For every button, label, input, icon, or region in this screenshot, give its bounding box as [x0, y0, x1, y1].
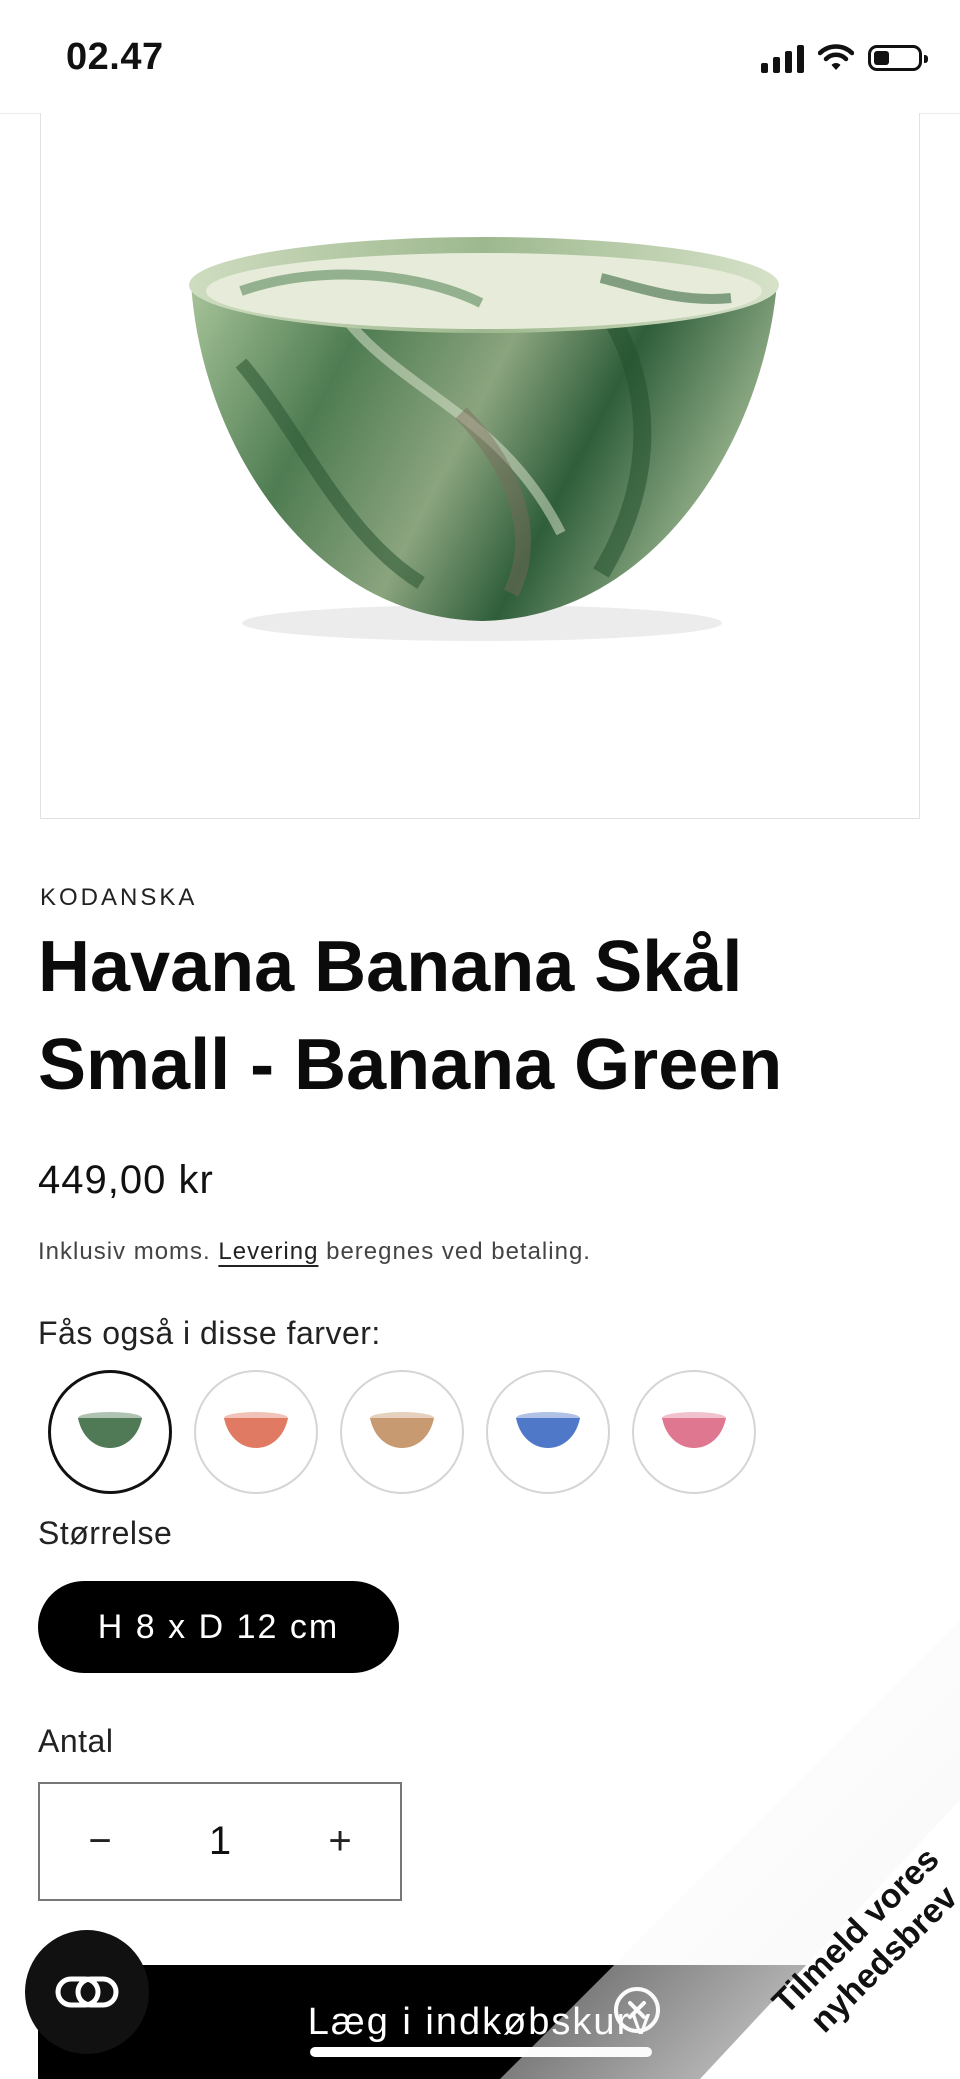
mini-bowl-icon	[516, 1412, 580, 1448]
status-bar: 02.47	[0, 0, 960, 114]
add-to-cart-label: Læg i indkøbskurv	[307, 2000, 653, 2043]
tax-note: Inklusiv moms. Levering beregnes ved bet…	[38, 1238, 591, 1266]
quantity-increase-button[interactable]: +	[280, 1784, 400, 1899]
size-label: Størrelse	[38, 1515, 173, 1551]
size-option-button[interactable]: H 8 x D 12 cm	[38, 1581, 399, 1673]
chat-button[interactable]	[25, 1930, 149, 2054]
quantity-stepper: − 1 +	[38, 1782, 402, 1901]
shipping-link[interactable]: Levering	[218, 1238, 318, 1265]
signal-icon	[761, 43, 804, 73]
quantity-value[interactable]: 1	[160, 1819, 280, 1864]
mini-bowl-icon	[370, 1412, 434, 1448]
wifi-icon	[818, 44, 854, 70]
color-swatches	[48, 1370, 756, 1494]
mini-bowl-icon	[78, 1412, 142, 1448]
color-swatch-sand[interactable]	[340, 1370, 464, 1494]
chat-icon	[55, 1976, 119, 2008]
bowl-image	[189, 237, 779, 641]
home-indicator	[310, 2047, 652, 2057]
color-swatch-pink[interactable]	[632, 1370, 756, 1494]
mini-bowl-icon	[224, 1412, 288, 1448]
color-swatch-coral[interactable]	[194, 1370, 318, 1494]
tax-note-prefix: Inklusiv moms.	[38, 1238, 211, 1265]
close-icon[interactable]	[614, 1987, 660, 2033]
color-swatch-green[interactable]	[48, 1370, 172, 1494]
product-title: Havana Banana Skål Small - Banana Green	[38, 927, 783, 1105]
status-icons	[761, 40, 928, 76]
product-vendor: KODANSKA	[40, 884, 198, 911]
product-price: 449,00 kr	[38, 1158, 214, 1202]
mini-bowl-icon	[662, 1412, 726, 1448]
status-time: 02.47	[66, 36, 164, 78]
tax-note-suffix: beregnes ved betaling.	[326, 1238, 591, 1265]
color-swatch-blue[interactable]	[486, 1370, 610, 1494]
product-image[interactable]	[40, 113, 920, 819]
battery-icon	[868, 45, 928, 71]
color-options-label: Fås også i disse farver:	[38, 1315, 381, 1351]
quantity-label: Antal	[38, 1723, 114, 1759]
quantity-decrease-button[interactable]: −	[40, 1784, 160, 1899]
